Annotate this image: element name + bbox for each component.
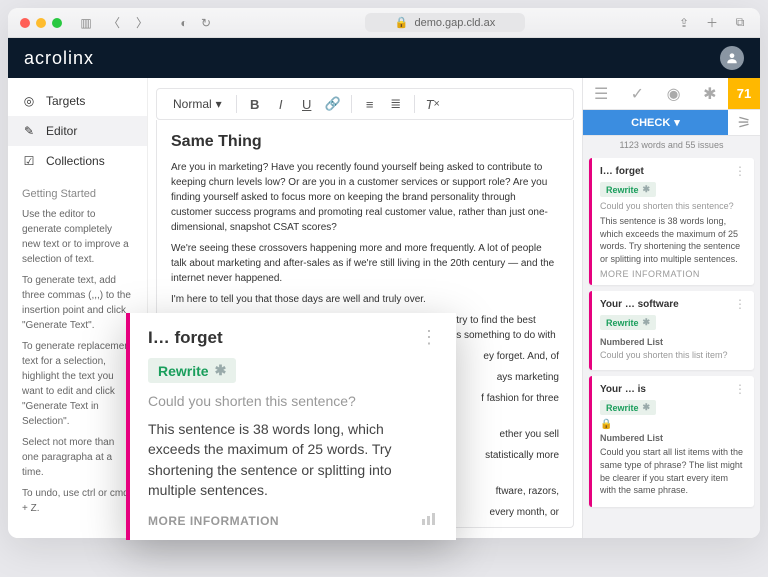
target-icon: ◎ [22, 94, 36, 108]
url-text: demo.gap.cld.ax [414, 17, 495, 29]
help-para: Select not more than one paragrapha at a… [22, 435, 133, 480]
shield-icon[interactable]: ◐ [176, 15, 192, 31]
avatar[interactable] [720, 46, 744, 70]
style-select[interactable]: Normal ▾ [165, 95, 230, 113]
popup-menu-icon[interactable]: ⋮ [420, 327, 438, 348]
nav-back-icon[interactable]: 〈 [106, 15, 122, 31]
nav-forward-icon[interactable]: 〉 [134, 15, 150, 31]
chart-icon[interactable] [422, 512, 438, 530]
window-close[interactable] [20, 18, 30, 28]
more-info-link[interactable]: MORE INFORMATION [148, 514, 279, 528]
window-minimize[interactable] [36, 18, 46, 28]
underline-button[interactable]: U [295, 92, 319, 116]
card-title: Your … is [600, 384, 646, 395]
lock-icon: 🔒 [395, 16, 409, 29]
chevron-down-icon: ▾ [216, 97, 222, 111]
card-description: This sentence is 38 words long, which ex… [600, 215, 746, 265]
issues-panel: ☰ ✓ ◉ ✱ 71 CHECK ▾ ⚞ 1123 words and 55 i… [582, 78, 760, 538]
card-title: Your … software [600, 299, 679, 310]
card-question: Could you shorten this sentence? [600, 201, 746, 211]
doc-title: Same Thing [171, 130, 559, 154]
collections-icon: ☑ [22, 154, 36, 168]
link-button[interactable]: 🔗 [321, 92, 345, 116]
ai-icon: ✱ [643, 184, 651, 195]
card-description: Could you start all list items with the … [600, 446, 746, 496]
more-info-link[interactable]: MORE INFORMATION [600, 269, 746, 279]
share-icon[interactable]: ⇪ [676, 15, 692, 31]
tabs-icon[interactable]: ⧉ [732, 15, 748, 31]
panel-tab-ai[interactable]: ✱ [692, 78, 728, 109]
sidebar-item-label: Editor [46, 124, 77, 138]
check-button[interactable]: CHECK ▾ [583, 110, 728, 135]
sidebar-item-targets[interactable]: ◎ Targets [8, 86, 147, 116]
sidebar-item-collections[interactable]: ☑ Collections [8, 146, 147, 176]
popup-question: Could you shorten this sentence? [148, 393, 438, 409]
clear-format-button[interactable]: T× [421, 92, 445, 116]
ai-icon: ✱ [215, 362, 227, 379]
popup-description: This sentence is 38 words long, which ex… [148, 419, 438, 500]
panel-tab-menu[interactable]: ☰ [583, 78, 619, 109]
browser-titlebar: ▥ 〈 〉 ◐ ↻ 🔒 demo.gap.cld.ax ⇪ ＋ ⧉ [8, 8, 760, 38]
doc-para: Are you in marketing? Have you recently … [171, 160, 559, 235]
rewrite-badge[interactable]: Rewrite ✱ [600, 182, 656, 197]
issue-detail-popup: I… forget ⋮ Rewrite ✱ Could you shorten … [126, 313, 456, 540]
filter-button[interactable]: ⚞ [728, 110, 760, 135]
user-icon [725, 51, 739, 65]
italic-button[interactable]: I [269, 92, 293, 116]
ai-icon: ✱ [643, 402, 651, 413]
panel-tab-search[interactable]: ◉ [656, 78, 692, 109]
card-menu-icon[interactable]: ⋮ [734, 164, 746, 178]
help-title: Getting Started [22, 186, 133, 203]
rewrite-badge[interactable]: Rewrite ✱ [600, 315, 656, 330]
lock-icon: 🔒 [600, 419, 746, 430]
sidebar-item-label: Collections [46, 154, 105, 168]
card-subtitle: Numbered List [600, 337, 746, 347]
list-unordered-button[interactable]: ≣ [384, 92, 408, 116]
popup-title: I… forget [148, 328, 223, 348]
issue-card[interactable]: Your … software ⋮ Rewrite ✱ Numbered Lis… [589, 291, 754, 370]
doc-para: We're seeing these crossovers happening … [171, 241, 559, 286]
card-subtitle: Numbered List [600, 433, 746, 443]
card-menu-icon[interactable]: ⋮ [734, 297, 746, 311]
doc-para: I'm here to tell you that those days are… [171, 292, 559, 307]
panel-stats: 1123 words and 55 issues [583, 136, 760, 154]
chevron-down-icon: ▾ [674, 116, 680, 129]
panel-tab-check[interactable]: ✓ [619, 78, 655, 109]
card-question: Could you shorten this list item? [600, 350, 746, 360]
sidebar-item-editor[interactable]: ✎ Editor [8, 116, 147, 146]
rewrite-badge[interactable]: Rewrite ✱ [600, 400, 656, 415]
window-maximize[interactable] [52, 18, 62, 28]
score-badge[interactable]: 71 [728, 78, 760, 109]
list-ordered-button[interactable]: ≡ [358, 92, 382, 116]
help-para: To generate replacement text for a selec… [22, 339, 133, 429]
new-tab-icon[interactable]: ＋ [704, 15, 720, 31]
app-header: acrolinx [8, 38, 760, 78]
bold-button[interactable]: B [243, 92, 267, 116]
sidebar-toggle-icon[interactable]: ▥ [78, 15, 94, 31]
rewrite-badge[interactable]: Rewrite ✱ [148, 358, 236, 383]
reload-icon[interactable]: ↻ [198, 15, 214, 31]
sidebar-item-label: Targets [46, 94, 85, 108]
help-para: To undo, use ctrl or cmd + Z. [22, 486, 133, 516]
editor-toolbar: Normal ▾ B I U 🔗 ≡ ≣ T× [156, 88, 574, 120]
card-menu-icon[interactable]: ⋮ [734, 382, 746, 396]
ai-icon: ✱ [643, 317, 651, 328]
card-title: I… forget [600, 166, 644, 177]
help-para: Use the editor to generate completely ne… [22, 207, 133, 267]
issue-card[interactable]: Your … is ⋮ Rewrite ✱ 🔒 Numbered List Co… [589, 376, 754, 506]
help-para: To generate text, add three commas (,,,)… [22, 273, 133, 333]
issue-card[interactable]: I… forget ⋮ Rewrite ✱ Could you shorten … [589, 158, 754, 285]
edit-icon: ✎ [22, 124, 36, 138]
brand-logo: acrolinx [24, 48, 94, 69]
url-bar[interactable]: 🔒 demo.gap.cld.ax [365, 13, 525, 32]
